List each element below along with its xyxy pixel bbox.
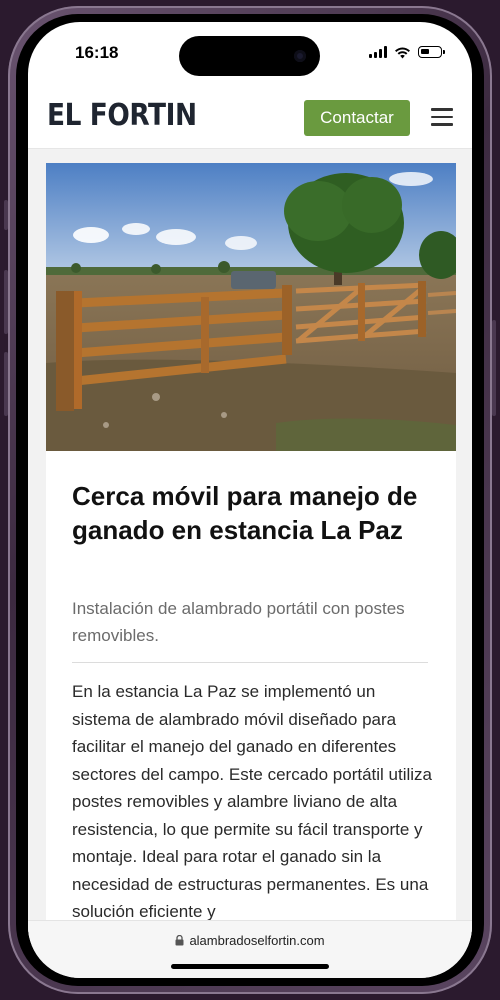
volume-up-button	[4, 270, 8, 334]
status-icons	[369, 44, 445, 60]
volume-down-button	[4, 352, 8, 416]
hero-image	[46, 163, 456, 451]
project-subtitle: Instalación de alambrado portátil con po…	[72, 599, 405, 645]
screen: 16:18 EL FORTIN Contactar Cerca móvil pa…	[28, 22, 472, 978]
status-time: 16:18	[75, 43, 119, 62]
project-card: Cerca móvil para manejo de ganado en est…	[46, 163, 456, 943]
address-bar[interactable]: alambradoselfortin.com	[28, 933, 472, 948]
status-bar: 16:18	[28, 22, 472, 86]
fence-photo	[46, 163, 456, 451]
url-text: alambradoselfortin.com	[189, 933, 325, 948]
dynamic-island	[179, 36, 320, 76]
site-logo[interactable]: EL FORTIN	[47, 98, 197, 133]
wifi-icon	[395, 47, 410, 58]
contact-button[interactable]: Contactar	[304, 100, 410, 136]
site-header: EL FORTIN Contactar	[28, 86, 472, 149]
project-title: Cerca móvil para manejo de ganado en est…	[72, 481, 418, 545]
battery-icon	[418, 46, 445, 58]
camera-icon	[294, 50, 306, 62]
home-indicator[interactable]	[171, 964, 329, 969]
hamburger-menu-icon[interactable]	[431, 108, 453, 126]
cellular-signal-icon	[369, 46, 387, 58]
project-description: En la estancia La Paz se implementó un s…	[72, 682, 433, 921]
browser-bottom-bar: alambradoselfortin.com	[28, 920, 472, 978]
divider	[72, 662, 428, 663]
power-button	[492, 320, 496, 416]
lock-icon	[175, 935, 184, 946]
side-button-left	[4, 200, 8, 230]
page-content: Cerca móvil para manejo de ganado en est…	[28, 149, 472, 943]
